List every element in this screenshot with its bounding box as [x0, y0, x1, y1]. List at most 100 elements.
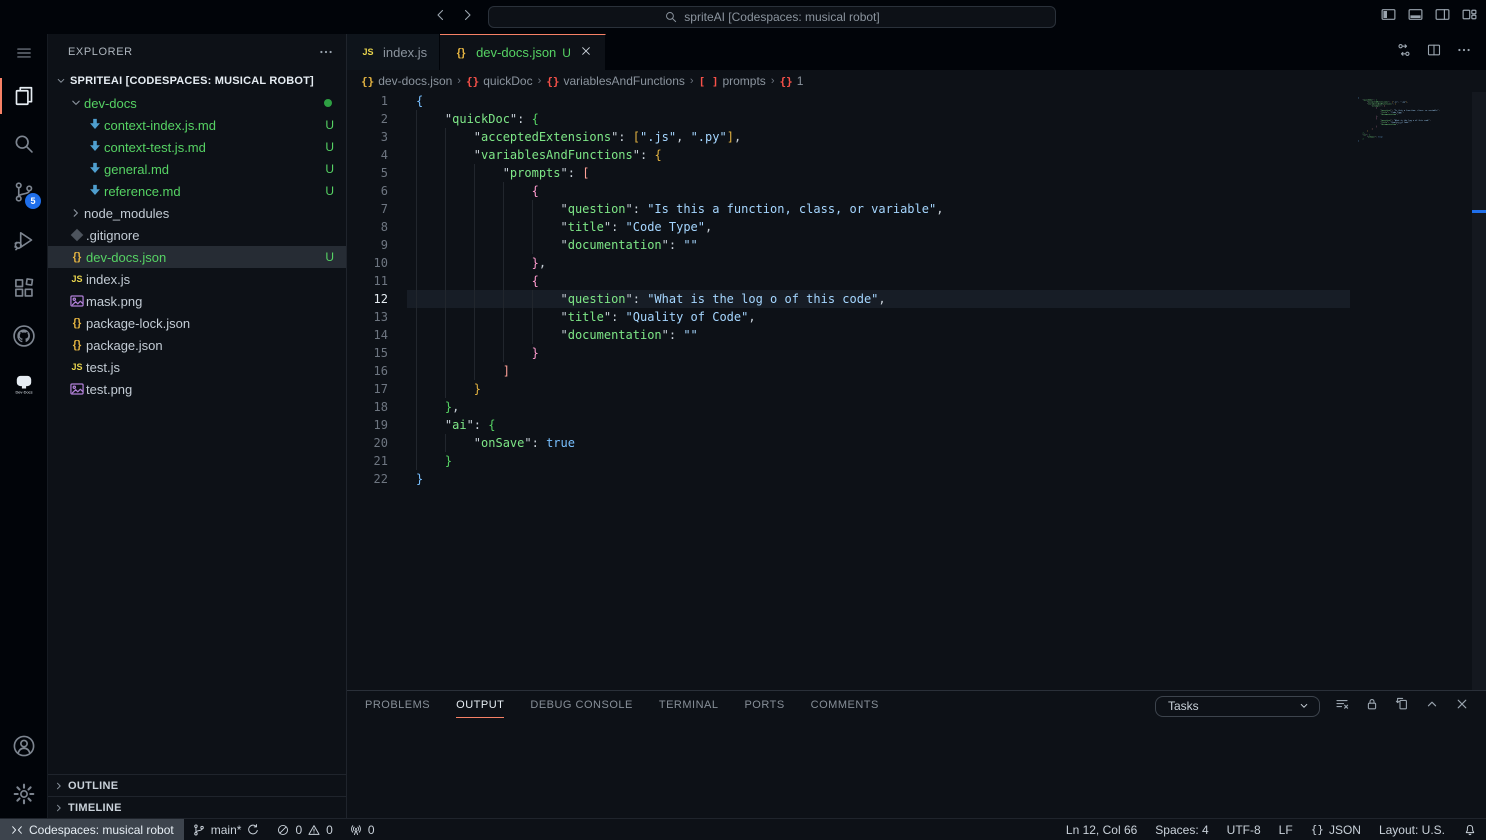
activity-item-source-control[interactable]: 5	[0, 168, 47, 216]
sidebar-item-general-md[interactable]: general.mdU	[48, 158, 346, 180]
activity-item-account[interactable]	[0, 722, 47, 770]
panel-tab-ports[interactable]: PORTS	[744, 695, 784, 718]
sidebar-item-reference-md[interactable]: reference.mdU	[48, 180, 346, 202]
clear-output-button[interactable]	[1334, 696, 1350, 717]
code-line-18[interactable]: 18 },	[347, 398, 1486, 416]
sidebar-item-mask-png[interactable]: mask.png	[48, 290, 346, 312]
overview-ruler[interactable]	[1472, 92, 1486, 690]
sidebar-item-dev-docs-json[interactable]: {}dev-docs.jsonU	[48, 246, 346, 268]
status-notifications[interactable]	[1454, 819, 1486, 840]
activity-item-menu[interactable]	[0, 34, 47, 72]
code-line-2[interactable]: 2 "quickDoc": {	[347, 110, 1486, 128]
status-problems[interactable]: 00	[268, 819, 340, 840]
sidebar-item-dev-docs[interactable]: dev-docs	[48, 92, 346, 114]
tree-root[interactable]: SPRITEAI [CODESPACES: MUSICAL ROBOT]	[48, 70, 346, 92]
file-label: mask.png	[86, 294, 142, 309]
code-line-1[interactable]: 1{	[347, 92, 1486, 110]
sidebar-item-context-index-js-md[interactable]: context-index.js.mdU	[48, 114, 346, 136]
breadcrumb-item-quickdoc[interactable]: {}quickDoc	[466, 74, 533, 88]
status-keyboard-layout[interactable]: Layout: U.S.	[1370, 819, 1454, 840]
code-line-12[interactable]: 12 "question": "What is the log o of thi…	[347, 290, 1486, 308]
activity-item-settings[interactable]	[0, 770, 47, 818]
panel-tab-output[interactable]: OUTPUT	[456, 695, 504, 718]
sidebar-item-gitignore[interactable]: .gitignore	[48, 224, 346, 246]
code-line-19[interactable]: 19 "ai": {	[347, 416, 1486, 434]
status-indentation[interactable]: Spaces: 4	[1146, 819, 1217, 840]
code-line-5[interactable]: 5 "prompts": [	[347, 164, 1486, 182]
output-panel-body[interactable]	[347, 721, 1486, 818]
lock-button[interactable]	[1364, 696, 1380, 717]
code-editor[interactable]: 1{2 "quickDoc": {3 "acceptedExtensions":…	[347, 92, 1486, 690]
panel-tab-comments[interactable]: COMMENTS	[811, 695, 879, 718]
activity-item-dev-docs[interactable]: Dev-Docs	[0, 360, 47, 408]
status-ports[interactable]: 0	[341, 819, 383, 840]
status-branch[interactable]: main*	[184, 819, 269, 840]
toggle-panel-button[interactable]	[1407, 6, 1424, 28]
code-line-20[interactable]: 20 "onSave": true	[347, 434, 1486, 452]
code-line-10[interactable]: 10 },	[347, 254, 1486, 272]
code-line-7[interactable]: 7 "question": "Is this a function, class…	[347, 200, 1486, 218]
sidebar-item-context-test-js-md[interactable]: context-test.js.mdU	[48, 136, 346, 158]
code-line-22[interactable]: 22}	[347, 470, 1486, 488]
ellipsis-button[interactable]	[1456, 42, 1472, 63]
close-button[interactable]	[1454, 696, 1470, 717]
open-changes-button[interactable]	[1396, 42, 1412, 63]
sidebar-item-package-json[interactable]: {}package.json	[48, 334, 346, 356]
code-line-17[interactable]: 17 }	[347, 380, 1486, 398]
sidebar-item-node-modules[interactable]: node_modules	[48, 202, 346, 224]
breadcrumb-item-dev-docs-json[interactable]: {}dev-docs.json	[361, 74, 452, 88]
ellipsis-icon[interactable]	[318, 44, 334, 60]
activity-item-run-debug[interactable]	[0, 216, 47, 264]
section-outline[interactable]: OUTLINE	[48, 774, 346, 796]
sidebar-item-index-js[interactable]: JSindex.js	[48, 268, 346, 290]
status-eol[interactable]: LF	[1270, 819, 1302, 840]
maximize-panel-button[interactable]	[1424, 696, 1440, 717]
activity-item-explorer[interactable]	[0, 72, 47, 120]
status-encoding[interactable]: UTF-8	[1218, 819, 1270, 840]
git-icon	[68, 226, 86, 244]
open-output-editor-button[interactable]	[1394, 696, 1410, 717]
token: }	[532, 256, 539, 270]
status-cursor-position[interactable]: Ln 12, Col 66	[1057, 819, 1146, 840]
tab-index-js[interactable]: JSindex.js	[347, 34, 440, 70]
toggle-secondary-sidebar-button[interactable]	[1434, 6, 1451, 28]
activity-item-extensions[interactable]	[0, 264, 47, 312]
panel-tab-problems[interactable]: PROBLEMS	[365, 695, 430, 718]
code-line-11[interactable]: 11 {	[347, 272, 1486, 290]
arrow-right-button[interactable]	[460, 7, 476, 28]
activity-item-search[interactable]	[0, 120, 47, 168]
breadcrumb-item-1[interactable]: {}1	[779, 74, 803, 88]
toggle-sidebar-button[interactable]	[1380, 6, 1397, 28]
panel-tab-terminal[interactable]: TERMINAL	[659, 695, 719, 718]
section-timeline[interactable]: TIMELINE	[48, 796, 346, 818]
panel-tab-debug-console[interactable]: DEBUG CONSOLE	[530, 695, 632, 718]
arrow-left-button[interactable]	[432, 7, 448, 28]
code-line-9[interactable]: 9 "documentation": ""	[347, 236, 1486, 254]
breadcrumb-item-prompts[interactable]: [ ]prompts	[699, 74, 766, 88]
sidebar-item-test-png[interactable]: test.png	[48, 378, 346, 400]
output-channel-select[interactable]: Tasks	[1155, 696, 1320, 717]
js-icon: JS	[68, 274, 86, 284]
customize-layout-button[interactable]	[1461, 6, 1478, 28]
breadcrumb-item-variablesandfunctions[interactable]: {}variablesAndFunctions	[546, 74, 685, 88]
sidebar-item-test-js[interactable]: JStest.js	[48, 356, 346, 378]
code-line-21[interactable]: 21 }	[347, 452, 1486, 470]
code-line-14[interactable]: 14 "documentation": ""	[347, 326, 1486, 344]
code-line-3[interactable]: 3 "acceptedExtensions": [".js", ".py"],	[347, 128, 1486, 146]
code-line-15[interactable]: 15 }	[347, 344, 1486, 362]
command-center-search[interactable]: spriteAI [Codespaces: musical robot]	[488, 6, 1056, 28]
code-line-8[interactable]: 8 "title": "Code Type",	[347, 218, 1486, 236]
tab-dev-docs-json[interactable]: {}dev-docs.jsonU	[440, 34, 606, 70]
split-editor-button[interactable]	[1426, 42, 1442, 63]
sidebar-item-package-lock-json[interactable]: {}package-lock.json	[48, 312, 346, 334]
activity-item-github[interactable]	[0, 312, 47, 360]
minimap[interactable]: { "quickDoc": { "acceptedExtensions": ["…	[1358, 97, 1468, 177]
token: variablesAndFunctions	[481, 148, 633, 162]
code-line-16[interactable]: 16 ]	[347, 362, 1486, 380]
close-icon[interactable]	[579, 44, 593, 61]
status-language-mode[interactable]: {}JSON	[1302, 819, 1370, 840]
status-remote[interactable]: Codespaces: musical robot	[0, 819, 184, 840]
code-line-4[interactable]: 4 "variablesAndFunctions": {	[347, 146, 1486, 164]
code-line-13[interactable]: 13 "title": "Quality of Code",	[347, 308, 1486, 326]
code-line-6[interactable]: 6 {	[347, 182, 1486, 200]
